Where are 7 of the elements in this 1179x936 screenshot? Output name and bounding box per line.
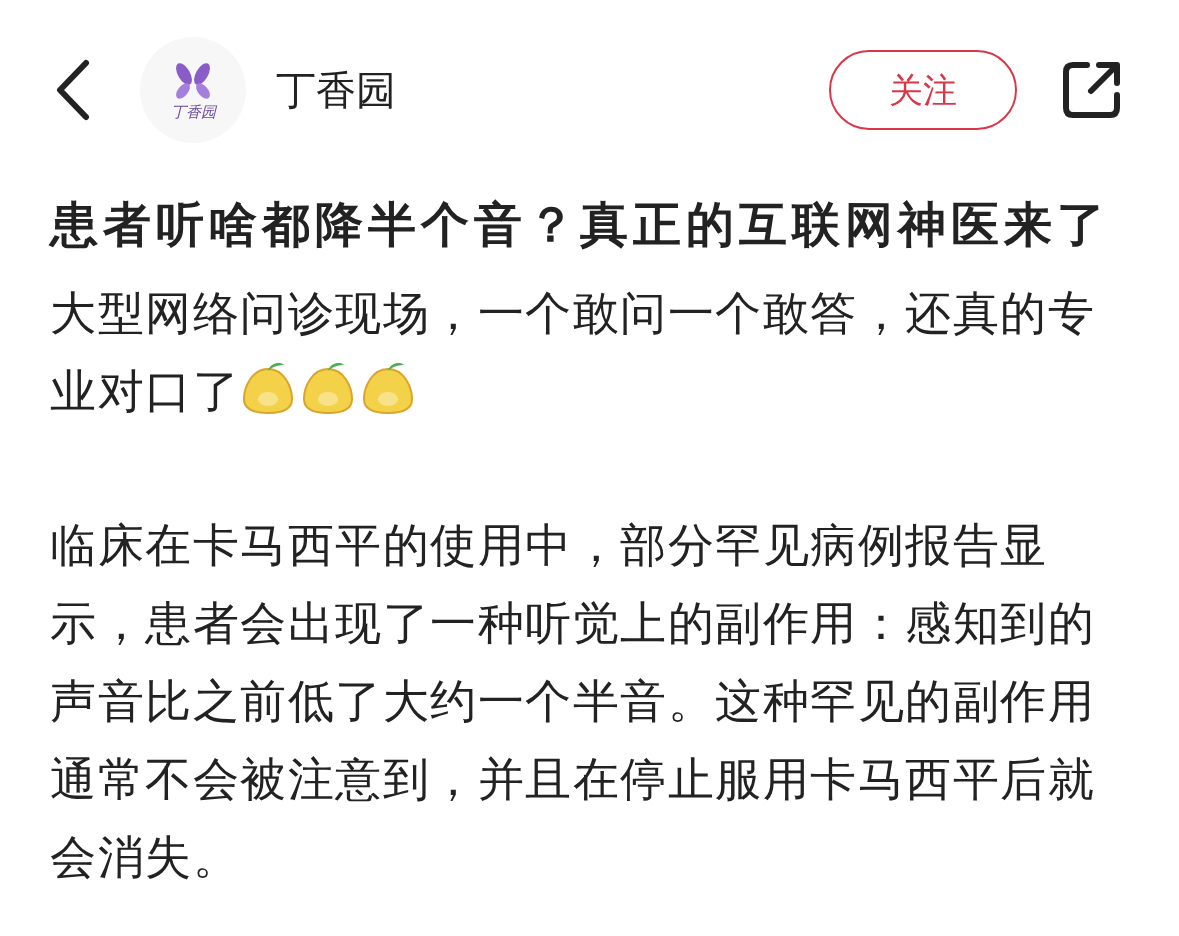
article-title: 患者听啥都降半个音？真正的互联网神医来了	[50, 197, 1111, 253]
logo-text: 丁香园	[170, 103, 216, 119]
paragraph: 大型网络问诊现场，一个敢问一个敢答，还真的专业对口了	[50, 286, 1096, 419]
account-name: 丁香园	[276, 67, 396, 114]
paragraph: 临床在卡马西平的使用中，部分罕见病例报告显示，患者会出现了一种听觉上的副作用：感知到的声音比之前低了大约一个半音。这种罕见的副作用通常不会被注意到，并且在停止服用卡马西平后就会消失。	[50, 518, 1096, 885]
share-icon[interactable]	[1061, 59, 1123, 121]
follow-button[interactable]: 关注	[829, 50, 1017, 130]
